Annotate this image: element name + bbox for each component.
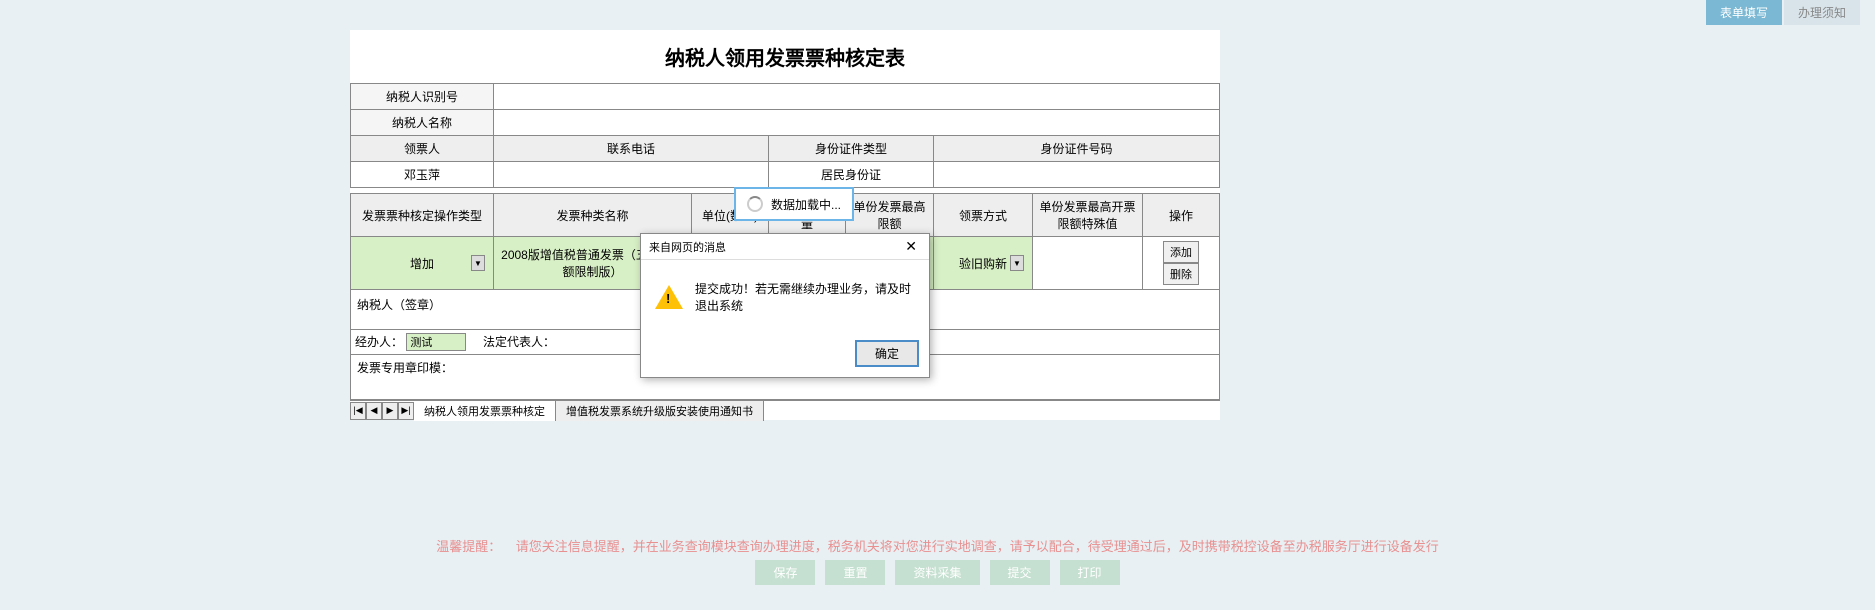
warning-icon (655, 285, 683, 309)
add-button[interactable]: 添加 (1163, 241, 1199, 263)
special-cell (1033, 237, 1143, 290)
header-optype: 发票票种核定操作类型 (351, 194, 494, 237)
taxpayer-name-label: 纳税人名称 (351, 110, 494, 136)
handler-label: 经办人： (355, 335, 403, 349)
tab-notice[interactable]: 办理须知 (1784, 0, 1860, 25)
ok-button[interactable]: 确定 (855, 340, 919, 367)
bottom-button-bar: 保存 重置 资料采集 提交 打印 (0, 560, 1875, 585)
header-kindname: 发票种类名称 (494, 194, 692, 237)
method-cell[interactable]: 验旧购新 ▼ (934, 237, 1033, 290)
spinner-icon (747, 196, 763, 212)
reset-button[interactable]: 重置 (825, 560, 885, 585)
header-action: 操作 (1143, 194, 1220, 237)
reminder-text: 温馨提醒： 请您关注信息提醒，并在业务查询模块查询办理进度，税务机关将对您进行实… (0, 536, 1875, 555)
reminder-label: 温馨提醒： (436, 539, 501, 554)
print-button[interactable]: 打印 (1060, 560, 1120, 585)
dialog-message: 提交成功！若无需继续办理业务，请及时退出系统 (695, 280, 915, 314)
close-icon[interactable]: ✕ (901, 238, 921, 255)
dialog-title-text: 来自网页的消息 (649, 239, 726, 255)
nav-last-icon[interactable]: ▶| (398, 402, 414, 420)
delete-button[interactable]: 删除 (1163, 263, 1199, 285)
nav-next-icon[interactable]: ▶ (382, 402, 398, 420)
top-tab-bar: 表单填写 办理须知 (1706, 0, 1860, 25)
header-phone: 联系电话 (494, 136, 769, 162)
receiver-phone (494, 162, 769, 188)
header-special: 单份发票最高开票限额特殊值 (1033, 194, 1143, 237)
sheet-tab-2[interactable]: 增值税发票系统升级版安装使用通知书 (556, 401, 764, 421)
sheet-tab-1[interactable]: 纳税人领用发票票种核定 (414, 401, 556, 421)
header-idno: 身份证件号码 (934, 136, 1220, 162)
nav-prev-icon[interactable]: ◀ (366, 402, 382, 420)
chevron-down-icon[interactable]: ▼ (471, 255, 485, 271)
taxpayer-id-value (494, 84, 1220, 110)
tab-form-fill[interactable]: 表单填写 (1706, 0, 1782, 25)
header-method: 领票方式 (934, 194, 1033, 237)
action-cell: 添加 删除 (1143, 237, 1220, 290)
sheet-tab-bar: |◀ ◀ ▶ ▶| 纳税人领用发票票种核定 增值税发票系统升级版安装使用通知书 (350, 400, 1220, 420)
receiver-name: 邓玉萍 (351, 162, 494, 188)
legal-label: 法定代表人： (483, 335, 555, 349)
optype-cell[interactable]: 增加 ▼ (351, 237, 494, 290)
alert-dialog: 来自网页的消息 ✕ 提交成功！若无需继续办理业务，请及时退出系统 确定 (640, 233, 930, 378)
handler-input[interactable] (406, 333, 466, 351)
optype-value: 增加 (410, 255, 434, 272)
method-value: 验旧购新 (959, 255, 1007, 272)
loading-overlay: 数据加载中... (734, 187, 854, 221)
loading-text: 数据加载中... (771, 196, 841, 213)
header-maxamount: 单份发票最高限额 (846, 194, 934, 237)
save-button[interactable]: 保存 (755, 560, 815, 585)
receiver-idno (934, 162, 1220, 188)
taxpayer-id-label: 纳税人识别号 (351, 84, 494, 110)
form-title: 纳税人领用发票票种核定表 (350, 30, 1220, 83)
nav-first-icon[interactable]: |◀ (350, 402, 366, 420)
submit-button[interactable]: 提交 (990, 560, 1050, 585)
chevron-down-icon[interactable]: ▼ (1010, 255, 1024, 271)
receiver-idtype: 居民身份证 (769, 162, 934, 188)
reminder-body: 请您关注信息提醒，并在业务查询模块查询办理进度，税务机关将对您进行实地调查，请予… (516, 539, 1439, 554)
header-idtype: 身份证件类型 (769, 136, 934, 162)
taxpayer-name-value (494, 110, 1220, 136)
header-receiver: 领票人 (351, 136, 494, 162)
collect-button[interactable]: 资料采集 (895, 560, 979, 585)
